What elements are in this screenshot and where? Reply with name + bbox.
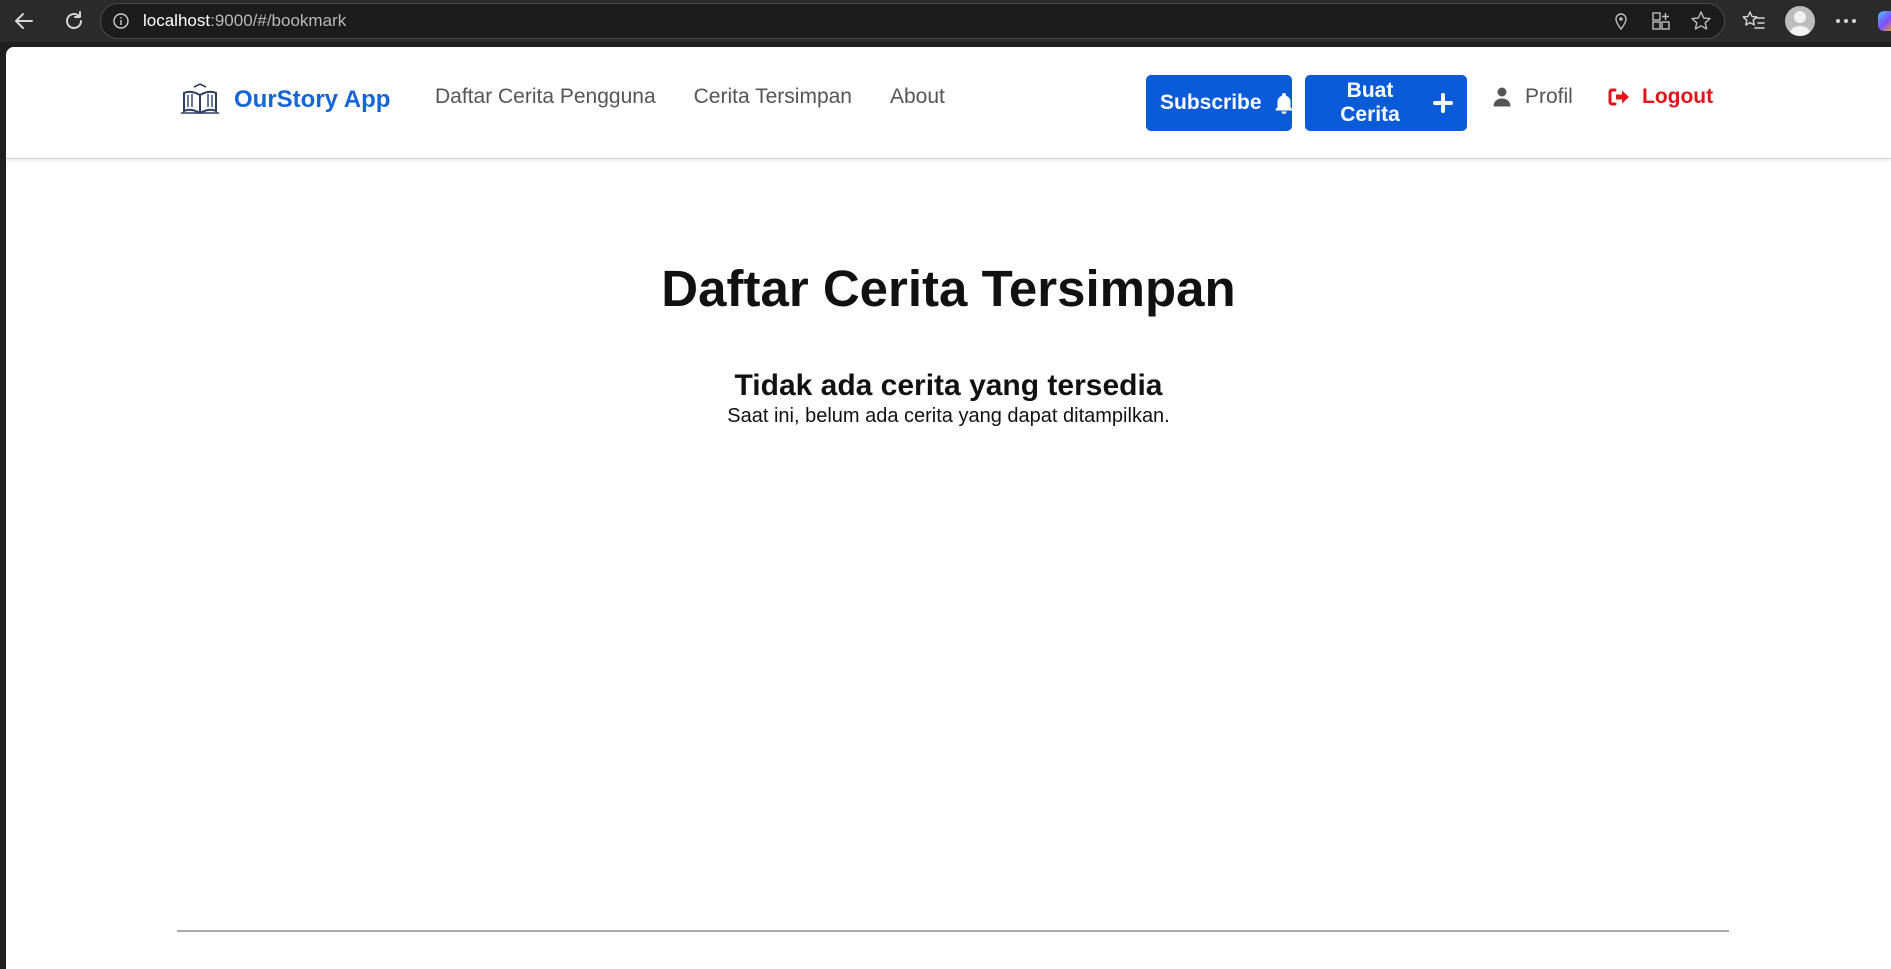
profile-label: Profil bbox=[1525, 85, 1573, 108]
favorite-star-icon[interactable] bbox=[1688, 8, 1714, 34]
url-text: localhost:9000/#/bookmark bbox=[143, 11, 347, 30]
brand-name: OurStory App bbox=[234, 86, 391, 113]
back-icon[interactable] bbox=[6, 3, 42, 39]
bell-icon bbox=[1274, 92, 1294, 114]
browser-toolbar: localhost:9000/#/bookmark bbox=[0, 0, 1891, 42]
address-bar[interactable]: localhost:9000/#/bookmark bbox=[100, 3, 1725, 39]
footer-divider bbox=[177, 930, 1729, 932]
more-menu-icon[interactable] bbox=[1830, 3, 1862, 39]
empty-state-description: Saat ini, belum ada cerita yang dapat di… bbox=[727, 405, 1170, 427]
create-story-button[interactable]: Buat Cerita bbox=[1305, 75, 1467, 131]
profile-link[interactable]: Profil bbox=[1493, 85, 1573, 109]
navbar: OurStory App Daftar Cerita Pengguna Ceri… bbox=[6, 47, 1891, 159]
page-viewport: OurStory App Daftar Cerita Pengguna Ceri… bbox=[6, 47, 1891, 969]
subscribe-label: Subscribe bbox=[1160, 91, 1262, 114]
favorites-list-icon[interactable] bbox=[1738, 3, 1770, 39]
nav-link-daftar-cerita[interactable]: Daftar Cerita Pengguna bbox=[435, 85, 656, 109]
profile-avatar-icon[interactable] bbox=[1784, 3, 1816, 39]
info-icon[interactable] bbox=[111, 11, 131, 31]
user-icon bbox=[1493, 87, 1511, 107]
subscribe-button[interactable]: Subscribe bbox=[1146, 75, 1294, 131]
empty-state-title: Tidak ada cerita yang tersedia bbox=[734, 369, 1163, 402]
page-title: Daftar Cerita Tersimpan bbox=[661, 260, 1236, 317]
nav-link-about[interactable]: About bbox=[890, 85, 945, 109]
sign-out-icon bbox=[1608, 87, 1630, 107]
brand-link[interactable]: OurStory App bbox=[180, 83, 390, 117]
location-icon[interactable] bbox=[1608, 8, 1634, 34]
copilot-icon[interactable] bbox=[1878, 11, 1891, 31]
logout-label: Logout bbox=[1642, 85, 1714, 108]
nav-link-cerita-tersimpan[interactable]: Cerita Tersimpan bbox=[694, 85, 852, 109]
logout-link[interactable]: Logout bbox=[1608, 85, 1713, 109]
nav-links: Daftar Cerita Pengguna Cerita Tersimpan … bbox=[435, 85, 945, 109]
book-logo-icon bbox=[181, 83, 219, 115]
create-story-label: Buat Cerita bbox=[1340, 79, 1400, 126]
extensions-icon[interactable] bbox=[1648, 8, 1674, 34]
reload-icon[interactable] bbox=[56, 3, 92, 39]
plus-icon bbox=[1433, 93, 1453, 113]
